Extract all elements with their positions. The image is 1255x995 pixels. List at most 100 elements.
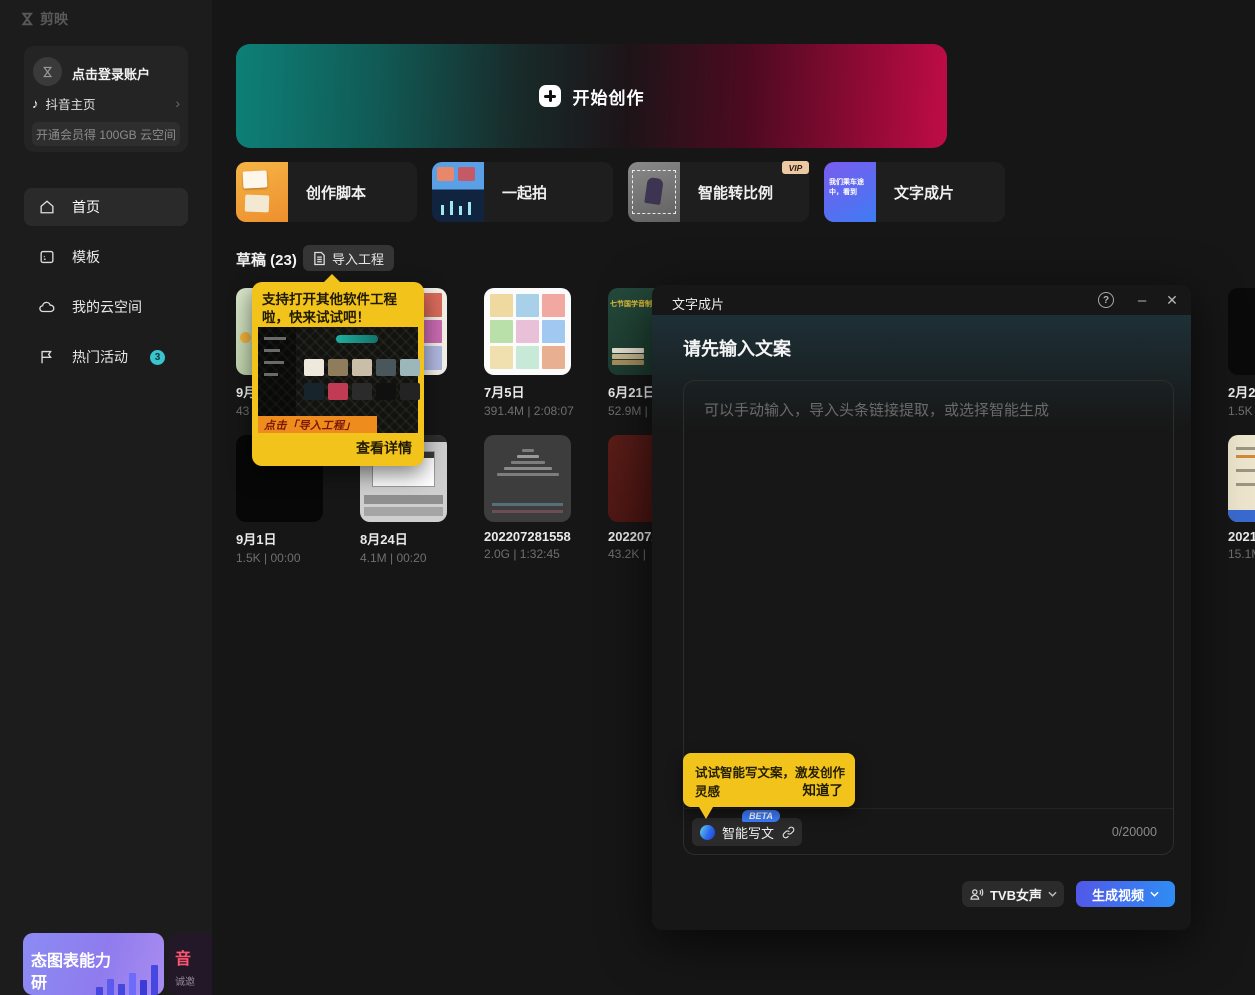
app-logo: ⋈ 剪映	[20, 9, 68, 29]
template-icon	[38, 248, 56, 266]
avatar[interactable]: ⋈	[33, 57, 62, 86]
books-decoration	[612, 360, 644, 365]
draft-card[interactable]: 2021 15.1M	[1228, 435, 1255, 561]
input-toolbar: BETA 智能写文案 0/20000	[684, 808, 1173, 854]
chevron-down-icon	[1048, 891, 1057, 897]
draft-card[interactable]: 202207281558 2.0G | 1:32:45	[484, 435, 571, 561]
minimize-icon[interactable]: –	[1134, 292, 1150, 308]
avatar-icon: ⋈	[40, 65, 56, 78]
draft-meta: 2.0G | 1:32:45	[484, 547, 571, 561]
books-decoration	[612, 348, 644, 353]
draft-thumbnail	[1228, 288, 1255, 375]
sidebar-item-label: 热门活动	[72, 347, 128, 367]
login-title[interactable]: 点击登录账户	[72, 64, 150, 83]
close-icon[interactable]: ✕	[1164, 292, 1180, 308]
shortcut-label: 一起拍	[502, 162, 547, 222]
draft-date: 9月1日	[236, 529, 323, 548]
banner-text: 诚邀	[175, 973, 195, 988]
promo-banner-charts[interactable]: 态图表能力 研	[23, 933, 164, 995]
vip-badge: VIP	[782, 161, 809, 174]
plus-icon	[539, 85, 561, 107]
draft-date: 2月28	[1228, 382, 1255, 401]
draft-card[interactable]: 2月28 1.5K	[1228, 288, 1255, 418]
import-project-label: 导入工程	[332, 249, 384, 268]
bar-chart-decoration	[96, 965, 158, 995]
shortcut-label: 智能转比例	[698, 162, 773, 222]
drafts-section-title: 草稿 (23)	[236, 249, 297, 270]
vip-membership-button[interactable]: 开通会员得 100GB 云空间	[32, 122, 180, 146]
draft-date: 202207281558	[484, 529, 571, 544]
cloud-icon	[38, 298, 56, 316]
generate-video-label: 生成视频	[1092, 885, 1144, 904]
chevron-right-icon: ›	[175, 95, 180, 111]
app-logo-text: 剪映	[40, 9, 68, 29]
sidebar-item-activities[interactable]: 热门活动 3	[24, 338, 188, 376]
import-project-tooltip: 支持打开其他软件工程啦，快来试试吧！ 点击「导入工程」 查看详情	[252, 282, 424, 466]
shortcut-thumbnail: 我们乘车途中，看到	[824, 162, 876, 222]
sidebar-item-label: 模板	[72, 247, 100, 267]
draft-meta: 1.5K | 00:00	[236, 551, 323, 565]
import-link-button[interactable]	[774, 818, 802, 846]
start-create-label: 开始创作	[573, 84, 645, 109]
shortcut-script[interactable]: 创作脚本	[236, 162, 417, 222]
shortcut-label: 文字成片	[894, 162, 954, 222]
document-icon	[313, 251, 326, 266]
sidebar-item-home[interactable]: 首页	[24, 188, 188, 226]
shortcut-thumbnail	[432, 162, 484, 222]
banner-text: 研	[31, 969, 47, 993]
script-input[interactable]	[684, 381, 1173, 805]
beta-badge: BETA	[742, 810, 780, 822]
tooltip-screenshot: 点击「导入工程」	[258, 327, 418, 433]
tooltip-ok-button[interactable]: 知道了	[803, 779, 844, 799]
chevron-down-icon	[1150, 891, 1159, 897]
ai-icon	[700, 825, 715, 840]
generate-video-button[interactable]: 生成视频	[1076, 881, 1175, 907]
douyin-home-label: 抖音主页	[46, 94, 96, 113]
promo-banner-music[interactable]: 音 诚邀	[168, 933, 212, 995]
modal-heading: 请先输入文案	[683, 335, 791, 361]
draft-thumbnail	[1228, 435, 1255, 522]
login-card: ⋈ 点击登录账户 ♪ 抖音主页 › 开通会员得 100GB 云空间	[24, 46, 188, 152]
home-icon	[38, 198, 56, 216]
tooltip-details-link[interactable]: 查看详情	[356, 438, 412, 458]
activities-count-badge: 3	[150, 350, 165, 365]
shortcut-thumbnail	[628, 162, 680, 222]
draft-date: 8月24日	[360, 529, 447, 548]
shortcut-text-to-video[interactable]: 我们乘车途中，看到 文字成片	[824, 162, 1005, 222]
shortcut-label: 创作脚本	[306, 162, 366, 222]
douyin-home-link[interactable]: ♪ 抖音主页 ›	[32, 94, 180, 112]
text-to-video-modal: 文字成片 ? – ✕ 请先输入文案 BETA 智能写文案 0/20000	[652, 285, 1191, 930]
modal-title: 文字成片	[672, 294, 724, 313]
draft-date: 2021	[1228, 529, 1255, 544]
draft-card[interactable]: 7月5日 391.4M | 2:08:07	[484, 288, 571, 418]
music-note-icon: ♪	[32, 96, 39, 111]
sidebar-item-cloud[interactable]: 我的云空间	[24, 288, 188, 326]
import-project-button[interactable]: 导入工程	[303, 245, 394, 271]
flag-icon	[38, 348, 56, 366]
link-icon	[781, 825, 796, 840]
books-decoration	[612, 354, 644, 359]
start-create-button[interactable]: 开始创作	[236, 44, 947, 148]
draft-date: 7月5日	[484, 382, 571, 401]
tooltip-ribbon: 点击「导入工程」	[258, 416, 377, 433]
help-icon[interactable]: ?	[1098, 292, 1114, 308]
voice-select[interactable]: TVB女声	[962, 881, 1064, 907]
app-window: ⋈ 剪映 ⋈ 点击登录账户 ♪ 抖音主页 › 开通会员得 100GB 云空间 首…	[0, 0, 1255, 995]
draft-thumbnail	[484, 435, 571, 522]
thumbnail-mosaic	[490, 294, 565, 369]
shortcut-shoot-together[interactable]: 一起拍	[432, 162, 613, 222]
draft-meta: 1.5K	[1228, 404, 1255, 418]
ai-writer-tooltip: 试试智能写文案，激发创作灵感 知道了	[683, 753, 855, 807]
app-logo-icon: ⋈	[19, 12, 37, 27]
thumbnail-caption: 我们乘车途中，看到	[829, 178, 873, 198]
shortcut-thumbnail	[236, 162, 288, 222]
voice-select-label: TVB女声	[990, 885, 1042, 904]
sidebar-item-templates[interactable]: 模板	[24, 238, 188, 276]
draft-meta: 391.4M | 2:08:07	[484, 404, 571, 418]
tooltip-text: 支持打开其他软件工程啦，快来试试吧！	[262, 291, 414, 327]
draft-meta: 4.1M | 00:20	[360, 551, 447, 565]
voice-icon	[969, 887, 984, 902]
sidebar: ⋈ 剪映 ⋈ 点击登录账户 ♪ 抖音主页 › 开通会员得 100GB 云空间 首…	[0, 0, 212, 995]
banner-text: 音	[175, 945, 191, 969]
sidebar-item-label: 我的云空间	[72, 297, 142, 317]
